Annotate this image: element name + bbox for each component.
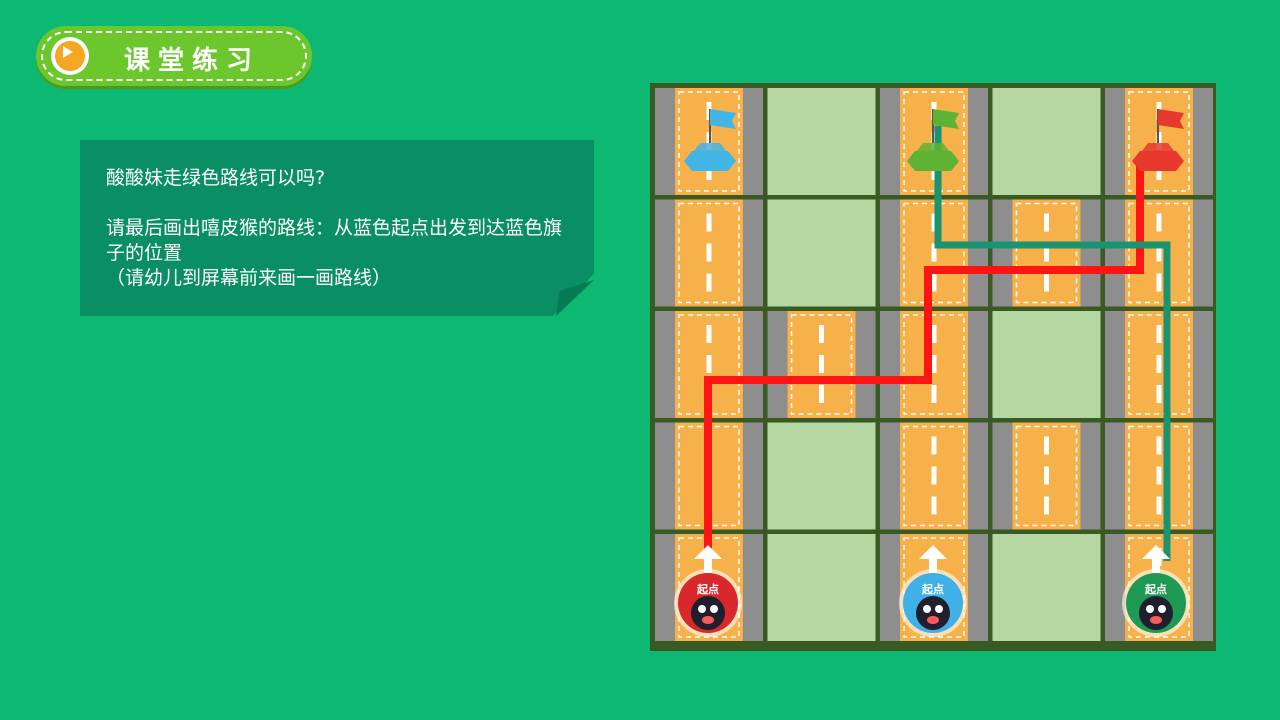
question-line-3: （请幼儿到屏幕前来画一画路线） <box>106 267 392 289</box>
road-cell <box>992 199 1101 307</box>
start-label: 起点 <box>921 582 944 596</box>
grass-cell <box>767 88 876 195</box>
question-line-2: 请最后画出嘻皮猴的路线：从蓝色起点出发到达蓝色旗子的位置 <box>106 217 563 264</box>
question-line-1: 酸酸妹走绿色路线可以吗? <box>106 167 326 189</box>
road-grid-svg: 起点 起点 起点 <box>650 83 1216 651</box>
road-cell <box>992 422 1101 530</box>
lesson-title: 课堂练习 <box>124 46 261 76</box>
road-cell <box>880 199 988 307</box>
start-label: 起点 <box>1144 582 1167 596</box>
road-cell <box>880 422 988 530</box>
grass-cell <box>767 534 876 641</box>
road-cell <box>655 199 763 307</box>
grass-cell <box>992 88 1101 195</box>
lesson-title-banner: 课堂练习 <box>36 26 312 86</box>
road-cell <box>1105 199 1213 307</box>
grass-cell <box>767 199 876 307</box>
face-icon <box>1139 596 1173 630</box>
road-cell <box>767 311 876 418</box>
question-text: 酸酸妹走绿色路线可以吗? 请最后画出嘻皮猴的路线：从蓝色起点出发到达蓝色旗子的位… <box>106 166 576 291</box>
start-label: 起点 <box>696 582 719 596</box>
play-icon[interactable] <box>51 37 89 75</box>
grass-cell <box>992 311 1101 418</box>
face-icon <box>916 596 950 630</box>
road-cell <box>1105 422 1213 530</box>
road-cell <box>880 311 988 418</box>
face-icon <box>691 596 725 630</box>
grass-cell <box>767 422 876 530</box>
road-cell <box>1105 311 1213 418</box>
grass-cell <box>992 534 1101 641</box>
road-grid-board: 起点 起点 起点 <box>650 83 1216 651</box>
